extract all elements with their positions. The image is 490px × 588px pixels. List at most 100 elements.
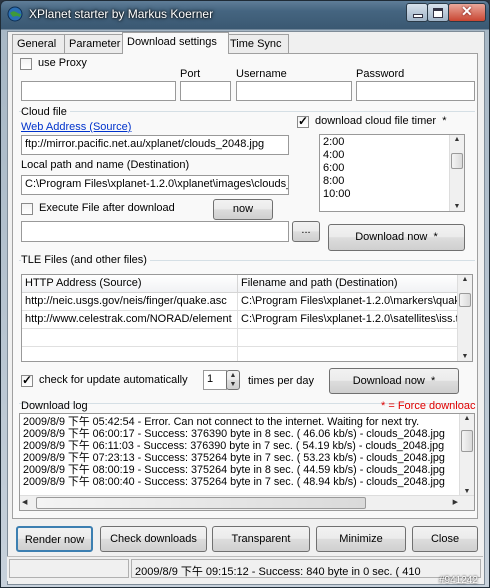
tle-table: HTTP Address (Source) Filename and path … xyxy=(21,274,473,362)
close-button[interactable]: Close xyxy=(412,526,478,552)
proxy-host-field[interactable] xyxy=(21,81,176,101)
log-vertical-scrollbar[interactable]: ▲ ▼ xyxy=(459,414,474,496)
timer-list[interactable]: 2:00 4:00 6:00 8:00 10:00 ▲ ▼ xyxy=(319,134,465,212)
times-per-day-field[interactable]: 1 xyxy=(203,370,227,390)
proxy-password-field[interactable] xyxy=(356,81,475,101)
tle-cell-destination[interactable]: C:\Program Files\xplanet-1.2.0\markers\q… xyxy=(238,293,458,311)
log-lines: 2009/8/9 下午 05:42:54 - Error. Can not co… xyxy=(23,416,455,488)
tle-cell-source[interactable]: http://neic.usgs.gov/neis/finger/quake.a… xyxy=(22,293,238,311)
minimize-window-button[interactable] xyxy=(406,3,428,22)
timer-item[interactable]: 2:00 xyxy=(323,136,351,149)
tle-column-header[interactable]: Filename and path (Destination) xyxy=(238,275,458,293)
transparent-button[interactable]: Transparent xyxy=(212,526,310,552)
scroll-thumb[interactable] xyxy=(36,497,366,509)
force-download-note: * = Force downloac xyxy=(381,400,476,412)
log-line: 2009/8/9 下午 08:00:19 - Success: 375264 b… xyxy=(23,464,445,476)
now-button[interactable]: now xyxy=(213,199,273,220)
scroll-thumb[interactable] xyxy=(461,430,473,452)
tle-cell-source[interactable]: http://www.celestrak.com/NORAD/element xyxy=(22,311,238,329)
tab-time-sync[interactable]: Time Sync xyxy=(225,34,289,53)
auto-update-checkbox[interactable] xyxy=(21,373,33,387)
maximize-icon xyxy=(433,8,443,18)
status-bar: 2009/8/9 下午 09:15:12 - Success: 840 byte… xyxy=(7,556,483,581)
scroll-up-icon[interactable]: ▲ xyxy=(450,136,464,143)
close-window-button[interactable]: ✕ xyxy=(448,3,486,22)
log-line: 2009/8/9 下午 08:00:40 - Success: 375264 b… xyxy=(23,476,445,488)
stepper-down-icon[interactable]: ▼ xyxy=(227,381,239,388)
tab-download-settings[interactable]: Download settings xyxy=(122,32,229,54)
use-proxy-checkbox[interactable] xyxy=(20,58,32,70)
port-label: Port xyxy=(180,68,201,80)
execute-file-label: Execute File after download xyxy=(39,202,175,214)
log-line: 2009/8/9 下午 07:23:13 - Success: 375264 b… xyxy=(23,452,445,464)
web-address-field[interactable]: ftp://mirror.pacific.net.au/xplanet/clou… xyxy=(21,135,289,155)
client-area: General Parameter Download settings Time… xyxy=(7,31,485,585)
timer-list-scrollbar[interactable]: ▲ ▼ xyxy=(449,135,464,211)
scroll-down-icon[interactable]: ▼ xyxy=(458,353,472,360)
timer-item[interactable]: 6:00 xyxy=(323,162,351,175)
timer-list-items: 2:00 4:00 6:00 8:00 10:00 xyxy=(323,136,351,201)
cloud-timer-text: download cloud file timer xyxy=(315,115,437,127)
username-label: Username xyxy=(236,68,287,80)
status-text: 2009/8/9 下午 09:15:12 - Success: 840 byte… xyxy=(131,559,481,578)
cloud-download-now-button[interactable]: Download now * xyxy=(328,224,465,251)
proxy-username-field[interactable] xyxy=(236,81,352,101)
scroll-down-icon[interactable]: ▼ xyxy=(460,488,474,495)
download-log-list[interactable]: 2009/8/9 下午 05:42:54 - Error. Can not co… xyxy=(19,413,475,511)
cloud-group-label: Cloud file xyxy=(21,106,70,118)
proxy-port-field[interactable] xyxy=(180,81,231,101)
local-path-field[interactable]: C:\Program Files\xplanet-1.2.0\xplanet\i… xyxy=(21,175,289,195)
timer-item[interactable]: 10:00 xyxy=(323,188,351,201)
close-icon: ✕ xyxy=(461,3,473,19)
stepper-up-icon[interactable]: ▲ xyxy=(227,372,239,379)
scroll-down-icon[interactable]: ▼ xyxy=(450,203,464,210)
scroll-right-icon[interactable]: ▶ xyxy=(453,498,458,506)
browse-button[interactable]: ... xyxy=(292,221,320,242)
execute-path-field[interactable] xyxy=(21,221,289,242)
log-line: 2009/8/9 下午 05:42:54 - Error. Can not co… xyxy=(23,416,420,428)
tle-table-scrollbar[interactable]: ▲ ▼ xyxy=(457,275,472,361)
log-line: 2009/8/9 下午 06:00:17 - Success: 376390 b… xyxy=(23,428,445,440)
watermark: #941242 xyxy=(439,575,478,586)
download-settings-panel: use Proxy Port Username Password Cloud f… xyxy=(12,53,478,519)
tle-download-now-label: Download now xyxy=(352,375,425,387)
execute-file-checkbox[interactable] xyxy=(21,203,33,215)
timer-item[interactable]: 8:00 xyxy=(323,175,351,188)
minimize-button[interactable]: Minimize xyxy=(316,526,406,552)
scroll-up-icon[interactable]: ▲ xyxy=(458,276,472,283)
cloud-group-divider xyxy=(19,111,475,112)
use-proxy-label: use Proxy xyxy=(38,57,87,69)
password-label: Password xyxy=(356,68,405,80)
log-line: 2009/8/9 下午 06:11:03 - Success: 376390 b… xyxy=(23,440,445,452)
tle-column-header[interactable]: HTTP Address (Source) xyxy=(22,275,238,293)
local-path-label: Local path and name (Destination) xyxy=(21,159,190,171)
scroll-left-icon[interactable]: ◀ xyxy=(22,498,27,506)
timer-item[interactable]: 4:00 xyxy=(323,149,351,162)
scroll-thumb[interactable] xyxy=(459,293,471,307)
tle-cell-destination[interactable]: C:\Program Files\xplanet-1.2.0\satellite… xyxy=(238,311,458,329)
tle-cell-empty[interactable] xyxy=(238,347,458,361)
tle-cell-empty[interactable] xyxy=(22,329,238,347)
tle-download-now-button[interactable]: Download now * xyxy=(329,368,459,394)
tle-cell-empty[interactable] xyxy=(22,347,238,361)
cloud-timer-checkbox[interactable] xyxy=(297,114,309,128)
cloud-download-now-label: Download now xyxy=(355,231,428,243)
cloud-download-now-star: * xyxy=(433,231,438,243)
tle-group-label: TLE Files (and other files) xyxy=(21,254,150,266)
tle-cell-empty[interactable] xyxy=(238,329,458,347)
scroll-thumb[interactable] xyxy=(451,153,463,169)
render-now-button[interactable]: Render now xyxy=(16,526,93,552)
tle-download-now-star: * xyxy=(431,375,436,387)
window-title: XPlanet starter by Markus Koerner xyxy=(29,7,214,21)
log-horizontal-scrollbar[interactable]: ◀ ▶ xyxy=(20,495,474,510)
web-address-link[interactable]: Web Address (Source) xyxy=(21,121,131,133)
check-downloads-button[interactable]: Check downloads xyxy=(100,526,207,552)
tab-parameter[interactable]: Parameter xyxy=(64,34,128,53)
times-per-day-label: times per day xyxy=(248,375,315,387)
auto-update-label: check for update automatically xyxy=(39,374,188,386)
cloud-timer-star: * xyxy=(442,115,447,127)
tab-general[interactable]: General xyxy=(12,34,68,53)
maximize-window-button[interactable] xyxy=(427,3,449,22)
times-stepper[interactable]: ▲ ▼ xyxy=(226,370,240,390)
scroll-up-icon[interactable]: ▲ xyxy=(460,415,474,422)
